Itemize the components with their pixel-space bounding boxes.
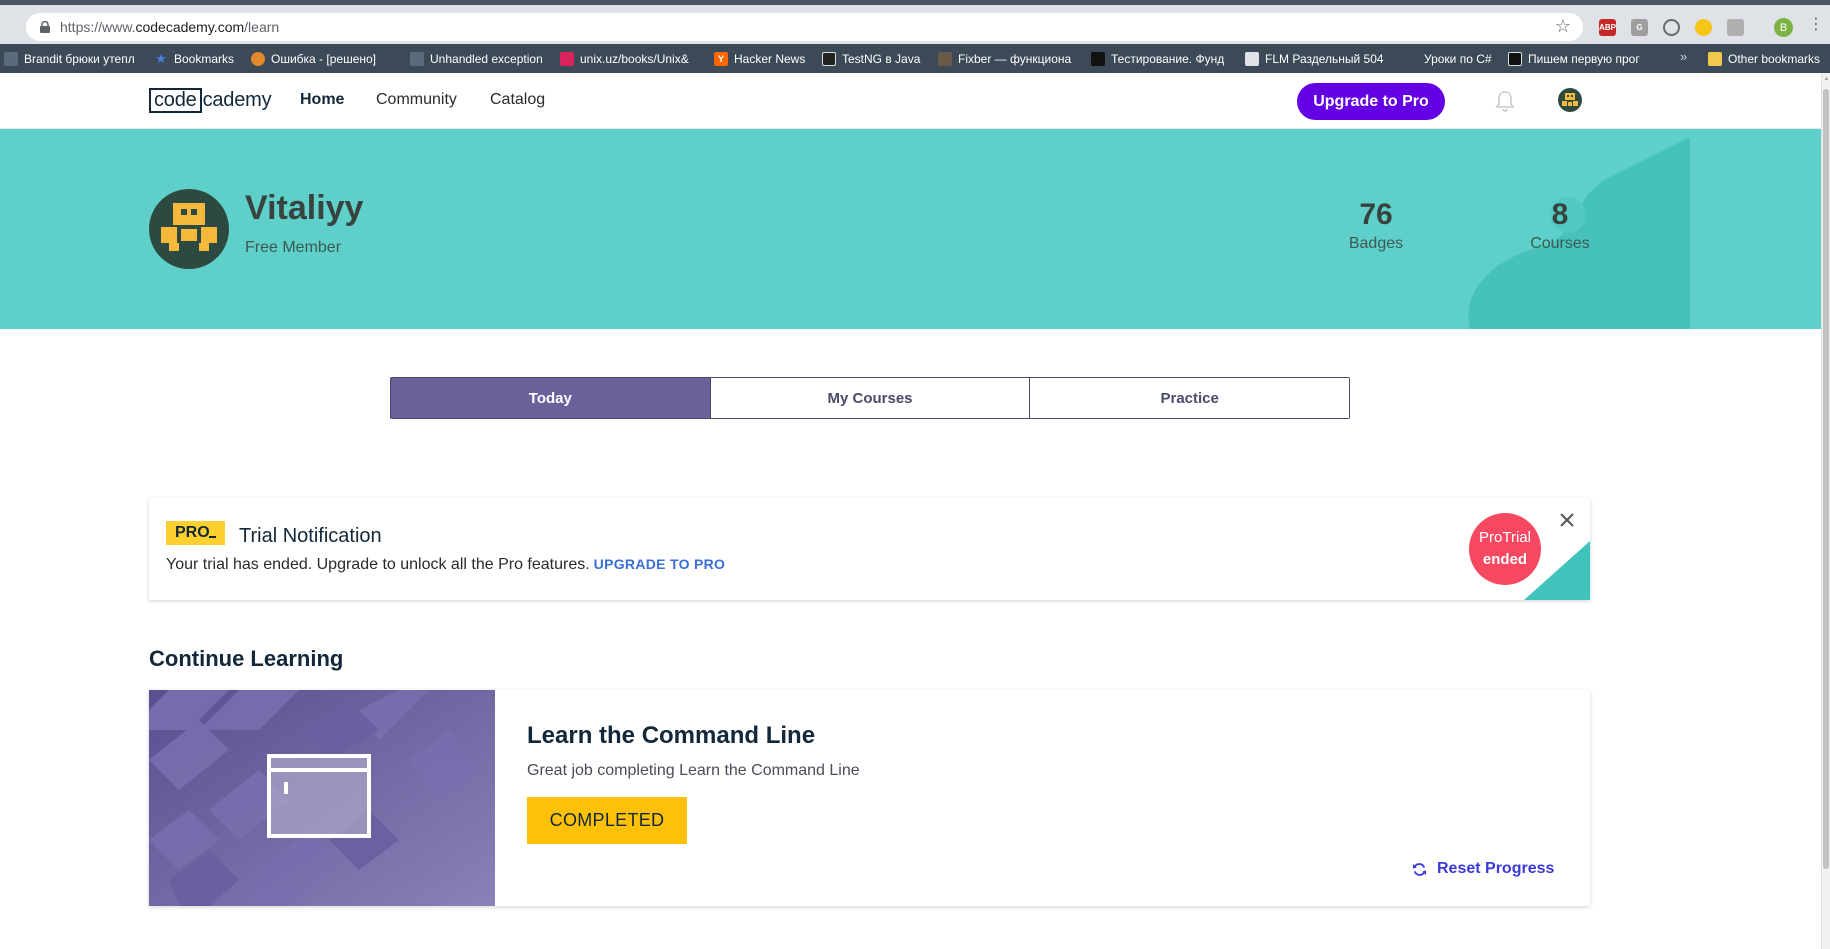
bookmark-item[interactable]: Brandit брюки утепл [4,50,137,68]
trial-notification: PRO Trial Notification Your trial has en… [149,498,1590,600]
courses-count: 8 [1551,198,1569,231]
tab-my-courses[interactable]: My Courses [710,378,1031,418]
avatar-pixel-icon [161,203,217,251]
url-text[interactable]: https://www.codecademy.com/learn [60,19,279,35]
site-header: code cademy Home Community Catalog Upgrad… [0,73,1821,129]
bookmark-item[interactable]: Тестирование. Фунд [1091,50,1231,68]
bookmarks-overflow-button[interactable]: » [1680,49,1687,64]
tab-today[interactable]: Today [391,378,711,418]
notification-corner-decoration [1524,541,1590,600]
bell-icon[interactable] [1495,90,1515,112]
close-icon[interactable] [1559,512,1575,528]
course-subtitle: Great job completing Learn the Command L… [527,762,860,779]
profile-avatar-icon[interactable]: В [1774,18,1793,37]
bookmarks-bar: Brandit брюки утепл ★ Bookmarks Ошибка - … [0,44,1830,73]
notification-title: Trial Notification [239,525,382,547]
bookmark-item[interactable]: FLM Раздельный 504 [1245,50,1385,68]
bookmark-favicon-icon [1404,52,1418,66]
badges-count: 76 [1359,198,1393,231]
badges-label: Badges [1348,235,1404,252]
scroll-up-arrow-icon[interactable]: ▲ [1822,75,1830,83]
browser-toolbar: https://www.codecademy.com/learn ☆ ABP G… [0,0,1830,44]
folder-icon [1708,52,1722,66]
bookmark-item[interactable]: Unhandled exception [410,50,545,68]
refresh-icon [1412,862,1427,876]
avatar-pixel-icon [1562,93,1578,106]
upgrade-to-pro-link[interactable]: UPGRADE TO PRO [594,556,726,572]
bookmark-favicon-icon [4,52,18,66]
bookmark-favicon-icon [410,52,424,66]
bookmark-item[interactable]: unix.uz/books/Unix& [560,50,695,68]
user-avatar[interactable] [1558,88,1582,112]
logo-code-text: code [149,87,202,113]
username: Vitaliyy [245,189,364,227]
continue-learning-heading: Continue Learning [149,646,344,671]
nav-home[interactable]: Home [300,91,344,109]
bookmark-favicon-icon [1508,52,1522,66]
page-scrollbar[interactable]: ▲ [1821,73,1830,949]
bookmark-item[interactable]: Ошибка - [решено] [251,50,386,68]
banner-decoration [1468,137,1690,329]
notification-text: Your trial has ended. Upgrade to unlock … [166,556,590,573]
completed-button[interactable]: COMPLETED [527,797,687,844]
trial-circle-line2: ended [1482,551,1528,568]
bookmark-favicon-icon [251,52,265,66]
reset-progress-button[interactable]: Reset Progress [1412,860,1554,878]
bookmark-favicon-icon [938,52,952,66]
bookmark-favicon-icon [1245,52,1259,66]
bookmark-favicon-icon [1091,52,1105,66]
browser-menu-icon[interactable]: ⋮ [1808,17,1824,33]
upgrade-to-pro-button[interactable]: Upgrade to Pro [1297,83,1445,120]
nav-community[interactable]: Community [376,91,457,109]
bookmark-star-icon[interactable]: ☆ [1555,16,1571,36]
bookmark-item[interactable]: ★ Bookmarks [154,50,244,68]
lock-icon [40,21,50,33]
profile-avatar [149,189,229,269]
course-illustration [149,690,495,906]
bookmark-favicon-icon [822,52,836,66]
membership-status: Free Member [245,239,342,256]
dashboard-tabs: Today My Courses Practice [390,377,1350,419]
reset-progress-label: Reset Progress [1437,860,1555,877]
scrollbar-thumb[interactable] [1823,89,1829,869]
notification-body: Your trial has ended. Upgrade to unlock … [166,556,725,574]
pro-badge: PRO [166,521,225,545]
bookmark-item[interactable]: Y Hacker News [714,50,814,68]
adblock-extension-icon[interactable]: ABP [1599,19,1616,36]
bookmark-item[interactable]: Пишем первую прог [1508,50,1668,68]
address-bar[interactable]: https://www.codecademy.com/learn ☆ [26,13,1583,41]
profile-banner: Vitaliyy Free Member 76 Badges 8 Courses [0,129,1821,329]
star-icon: ★ [155,51,167,66]
bookmark-favicon-icon [560,52,574,66]
logo-academy-text: cademy [202,88,272,111]
hacker-news-icon: Y [714,52,728,66]
bookmark-item[interactable]: Fixber — функциона [938,50,1074,68]
g-extension-icon[interactable]: G [1631,19,1648,36]
moon-extension-icon[interactable] [1695,19,1712,36]
bookmark-item[interactable]: TestNG в Java [822,50,932,68]
course-title[interactable]: Learn the Command Line [527,722,815,750]
course-card[interactable]: Learn the Command Line Great job complet… [149,690,1590,906]
bookmark-item[interactable]: Уроки по C# [1404,50,1494,68]
courses-label: Courses [1530,235,1590,252]
tracker-extension-icon[interactable] [1663,19,1680,36]
tab-practice[interactable]: Practice [1030,378,1350,418]
other-bookmarks-folder[interactable]: Other bookmarks [1708,50,1828,68]
hand-extension-icon[interactable] [1727,19,1744,36]
codecademy-logo[interactable]: code cademy [149,87,272,113]
nav-catalog[interactable]: Catalog [490,91,545,109]
